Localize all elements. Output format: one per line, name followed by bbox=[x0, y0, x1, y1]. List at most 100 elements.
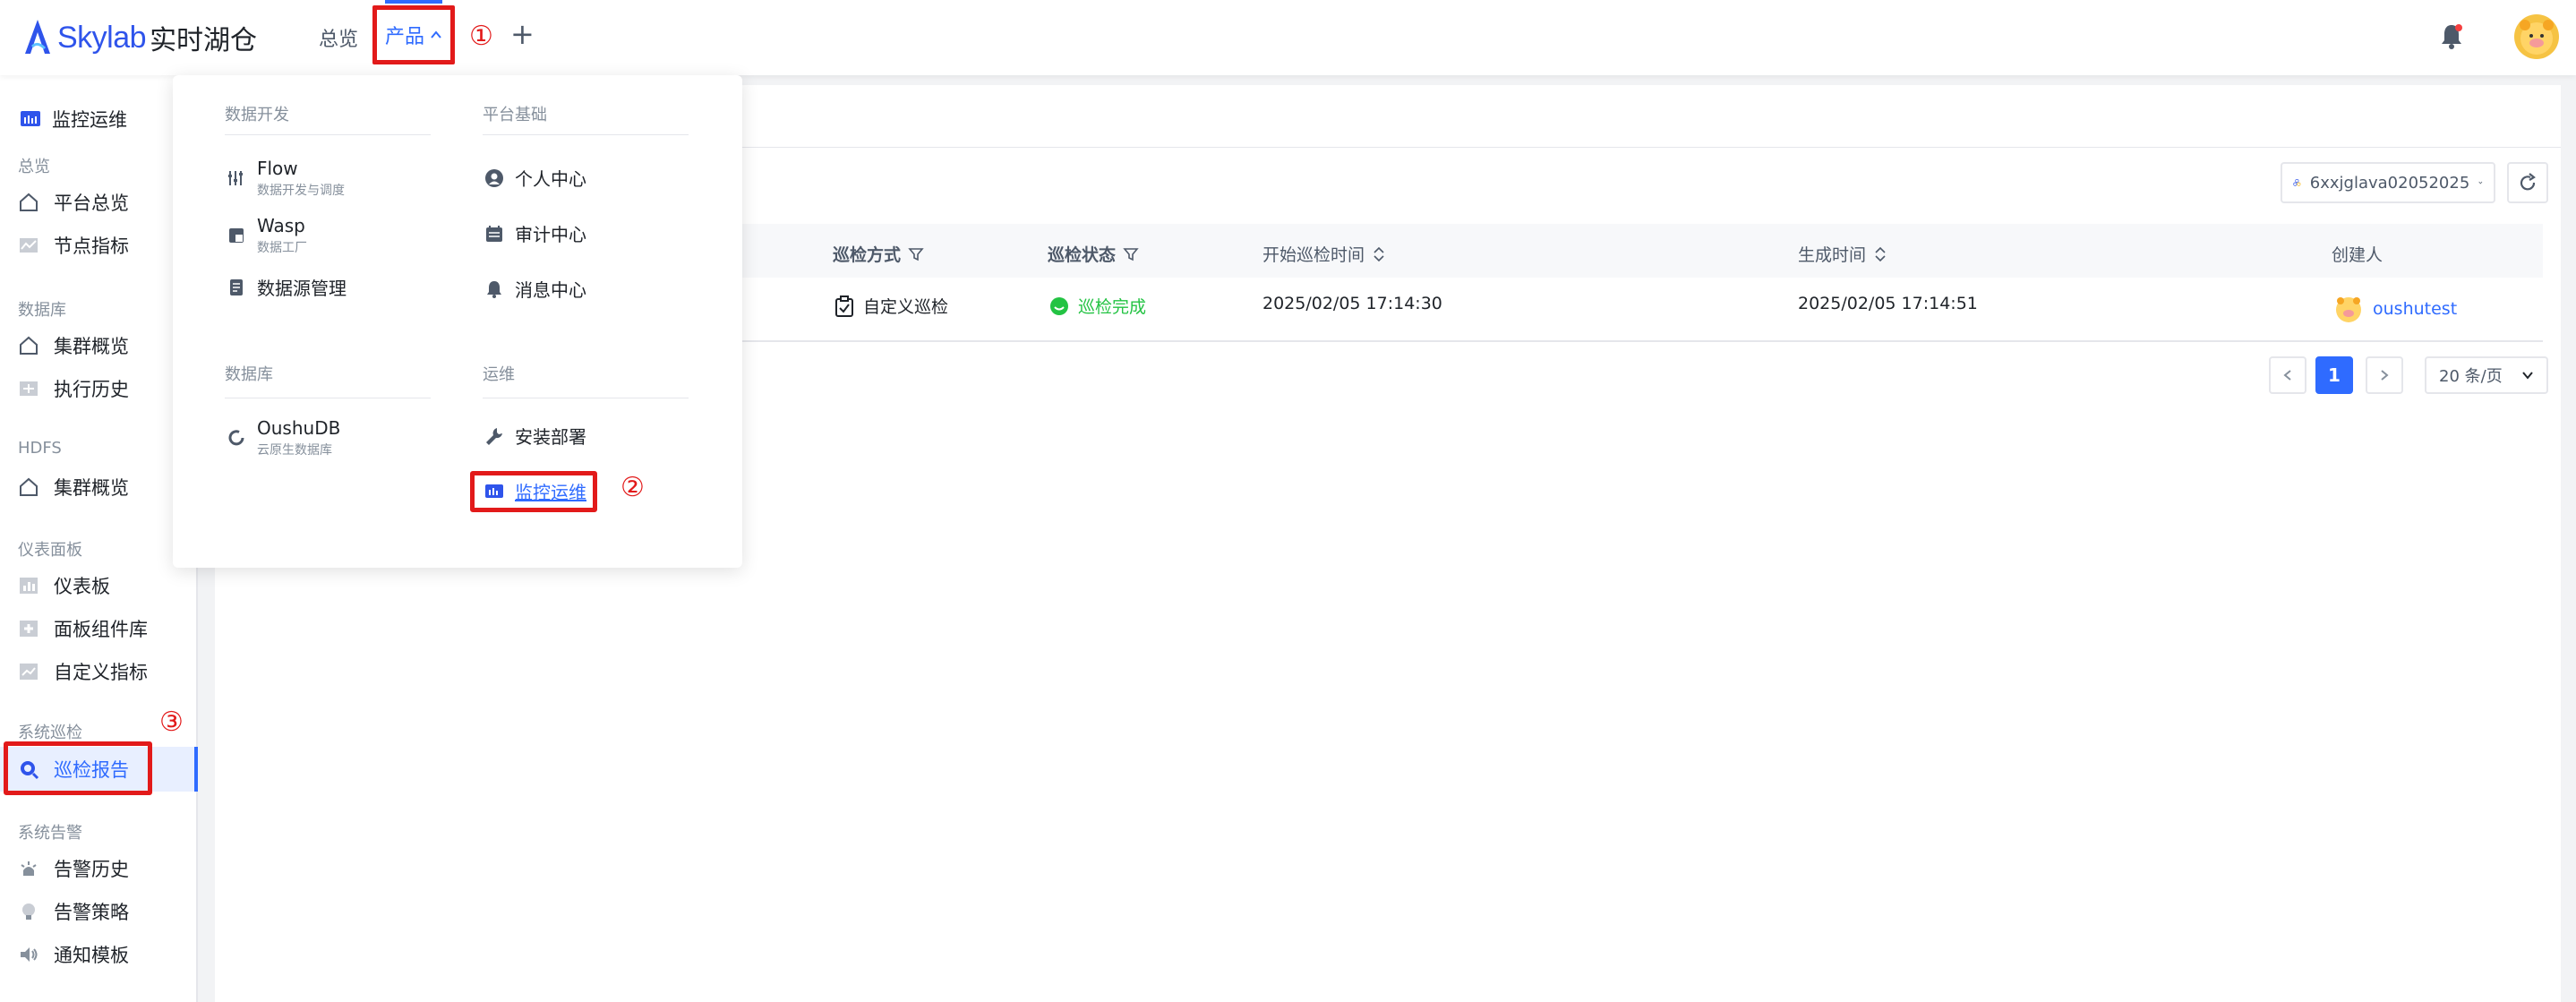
sidebar-item-cluster-overview-hdfs[interactable]: 集群概览 bbox=[18, 469, 129, 505]
sidebar-item-label: 自定义指标 bbox=[54, 662, 148, 683]
dd-group-ops: 运维 bbox=[483, 365, 515, 384]
col-method[interactable]: 巡检方式 bbox=[833, 242, 924, 266]
chevron-left-icon bbox=[2283, 370, 2291, 381]
nav-active-indicator bbox=[385, 0, 442, 4]
cell-creator[interactable]: oushutest bbox=[2333, 294, 2457, 324]
user-circle-icon bbox=[485, 168, 503, 187]
annotation-3: ③ bbox=[159, 707, 184, 738]
filter-icon[interactable] bbox=[908, 246, 924, 262]
dd-item-flow-sub: 数据开发与调度 bbox=[257, 184, 345, 198]
sidebar-item-label: 面板组件库 bbox=[54, 619, 148, 640]
avatar-face-icon bbox=[2520, 20, 2554, 55]
cell-creator-text: oushutest bbox=[2373, 299, 2458, 319]
sidebar-item-platform-overview[interactable]: 平台总览 bbox=[18, 184, 129, 220]
chevron-right-icon bbox=[2381, 370, 2389, 381]
dd-item-personal-center[interactable]: 个人中心 bbox=[484, 165, 586, 191]
user-avatar[interactable] bbox=[2514, 14, 2559, 59]
sidebar: 监控运维 总览 平台总览 节点指标 数据库 集群概览 执行历史 HDFS 集群概… bbox=[0, 75, 198, 1002]
dd-item-install-deploy-label: 安装部署 bbox=[515, 426, 586, 448]
cell-gen-time: 2025/02/05 17:14:51 bbox=[1798, 294, 1978, 313]
refresh-icon bbox=[2520, 173, 2536, 191]
clipboard-icon bbox=[835, 295, 853, 317]
creator-avatar-icon bbox=[2336, 297, 2361, 322]
dd-item-datasource-label: 数据源管理 bbox=[257, 278, 347, 299]
chart-line-icon bbox=[20, 238, 38, 253]
nav-product-label: 产品 bbox=[384, 26, 424, 48]
page-size-select[interactable]: 20 条/页 bbox=[2425, 356, 2548, 394]
annotation-1: ① bbox=[469, 21, 493, 52]
sidebar-item-dashboard[interactable]: 仪表板 bbox=[18, 568, 110, 604]
sidebar-item-notify-template[interactable]: 通知模板 bbox=[18, 937, 129, 972]
sidebar-item-custom-metrics[interactable]: 自定义指标 bbox=[18, 654, 148, 689]
dd-item-monitor-ops[interactable]: 监控运维 bbox=[484, 478, 586, 504]
wrench-icon bbox=[486, 427, 502, 445]
sidebar-item-label: 执行历史 bbox=[54, 379, 129, 400]
dd-item-personal-center-label: 个人中心 bbox=[515, 168, 586, 190]
group-hdfs: HDFS bbox=[18, 439, 62, 458]
group-database: 数据库 bbox=[18, 301, 66, 320]
logo-text-cn: 实时湖仓 bbox=[150, 25, 258, 56]
flow-icon bbox=[228, 171, 243, 185]
annotation-2: ② bbox=[620, 472, 645, 503]
col-creator-label: 创建人 bbox=[2332, 245, 2383, 265]
sidebar-item-node-metrics[interactable]: 节点指标 bbox=[18, 227, 129, 263]
wasp-icon bbox=[229, 228, 244, 243]
oushudb-icon bbox=[228, 430, 244, 446]
divider bbox=[483, 134, 689, 135]
dd-item-datasource[interactable]: 数据源管理 bbox=[227, 274, 347, 300]
bell-icon bbox=[487, 280, 501, 298]
chevron-up-icon bbox=[431, 30, 441, 39]
dd-item-wasp-title: Wasp bbox=[257, 215, 305, 236]
cell-gen-time-text: 2025/02/05 17:14:51 bbox=[1798, 294, 1978, 313]
dd-item-flow[interactable]: Flow 数据开发与调度 bbox=[227, 158, 345, 199]
col-gen-time[interactable]: 生成时间 bbox=[1798, 242, 1887, 266]
col-start-time[interactable]: 开始巡检时间 bbox=[1262, 242, 1386, 266]
group-inspection: 系统巡检 bbox=[18, 724, 82, 742]
dd-item-oushudb[interactable]: OushuDB 云原生数据库 bbox=[227, 417, 340, 458]
sidebar-item-label: 告警策略 bbox=[54, 902, 129, 923]
cell-start-time-text: 2025/02/05 17:14:30 bbox=[1262, 294, 1442, 313]
logo[interactable]: Skylab 实时湖仓 bbox=[21, 16, 257, 59]
dd-item-audit-center[interactable]: 审计中心 bbox=[484, 220, 586, 246]
dd-item-flow-title: Flow bbox=[257, 158, 298, 179]
page-1-button[interactable]: 1 bbox=[2315, 356, 2353, 394]
add-tab-button[interactable]: + bbox=[510, 20, 535, 48]
col-status[interactable]: 巡检状态 bbox=[1048, 242, 1139, 266]
sidebar-item-exec-history[interactable]: 执行历史 bbox=[18, 371, 129, 407]
sidebar-item-label: 巡检报告 bbox=[54, 759, 129, 781]
next-page-button[interactable] bbox=[2366, 356, 2403, 394]
sidebar-item-panel-library[interactable]: 面板组件库 bbox=[18, 611, 148, 647]
col-method-label: 巡检方式 bbox=[833, 245, 902, 265]
prev-page-button[interactable] bbox=[2269, 356, 2306, 394]
page-size-value: 20 条/页 bbox=[2439, 367, 2503, 386]
sidebar-item-alert-history[interactable]: 告警历史 bbox=[18, 851, 129, 886]
cell-status: 巡检完成 bbox=[1049, 294, 1146, 318]
cluster-icon bbox=[2293, 178, 2301, 186]
nav-overview[interactable]: 总览 bbox=[319, 23, 358, 52]
smile-icon bbox=[1050, 296, 1068, 315]
sort-icon[interactable] bbox=[1873, 245, 1887, 263]
datasource-icon bbox=[230, 278, 243, 295]
logo-text: Skylab bbox=[57, 20, 147, 55]
sidebar-item-cluster-overview-db[interactable]: 集群概览 bbox=[18, 328, 129, 364]
filter-icon[interactable] bbox=[1123, 246, 1139, 262]
dd-item-audit-center-label: 审计中心 bbox=[515, 224, 586, 245]
sidebar-item-label: 仪表板 bbox=[54, 576, 110, 597]
sidebar-item-alert-policy[interactable]: 告警策略 bbox=[18, 894, 129, 929]
dd-item-message-center[interactable]: 消息中心 bbox=[484, 276, 586, 302]
sidebar-item-inspection-report[interactable]: 巡检报告 bbox=[18, 751, 129, 787]
monitor-icon bbox=[21, 111, 40, 126]
dd-group-platform: 平台基础 bbox=[483, 106, 547, 124]
sidebar-title-label: 监控运维 bbox=[52, 109, 127, 131]
dd-item-wasp[interactable]: Wasp 数据工厂 bbox=[227, 215, 307, 256]
nav-product[interactable]: 产品 bbox=[372, 5, 455, 64]
cell-method-text: 自定义巡检 bbox=[863, 297, 949, 317]
bell-icon[interactable] bbox=[2435, 20, 2468, 52]
calendar-icon bbox=[486, 225, 502, 242]
sort-icon[interactable] bbox=[1372, 245, 1386, 263]
home-icon bbox=[20, 477, 38, 496]
cluster-select[interactable]: 6xxjglava02052025 bbox=[2281, 162, 2495, 203]
widget-icon bbox=[20, 621, 38, 637]
refresh-button[interactable] bbox=[2507, 162, 2548, 203]
dd-item-install-deploy[interactable]: 安装部署 bbox=[484, 423, 586, 449]
